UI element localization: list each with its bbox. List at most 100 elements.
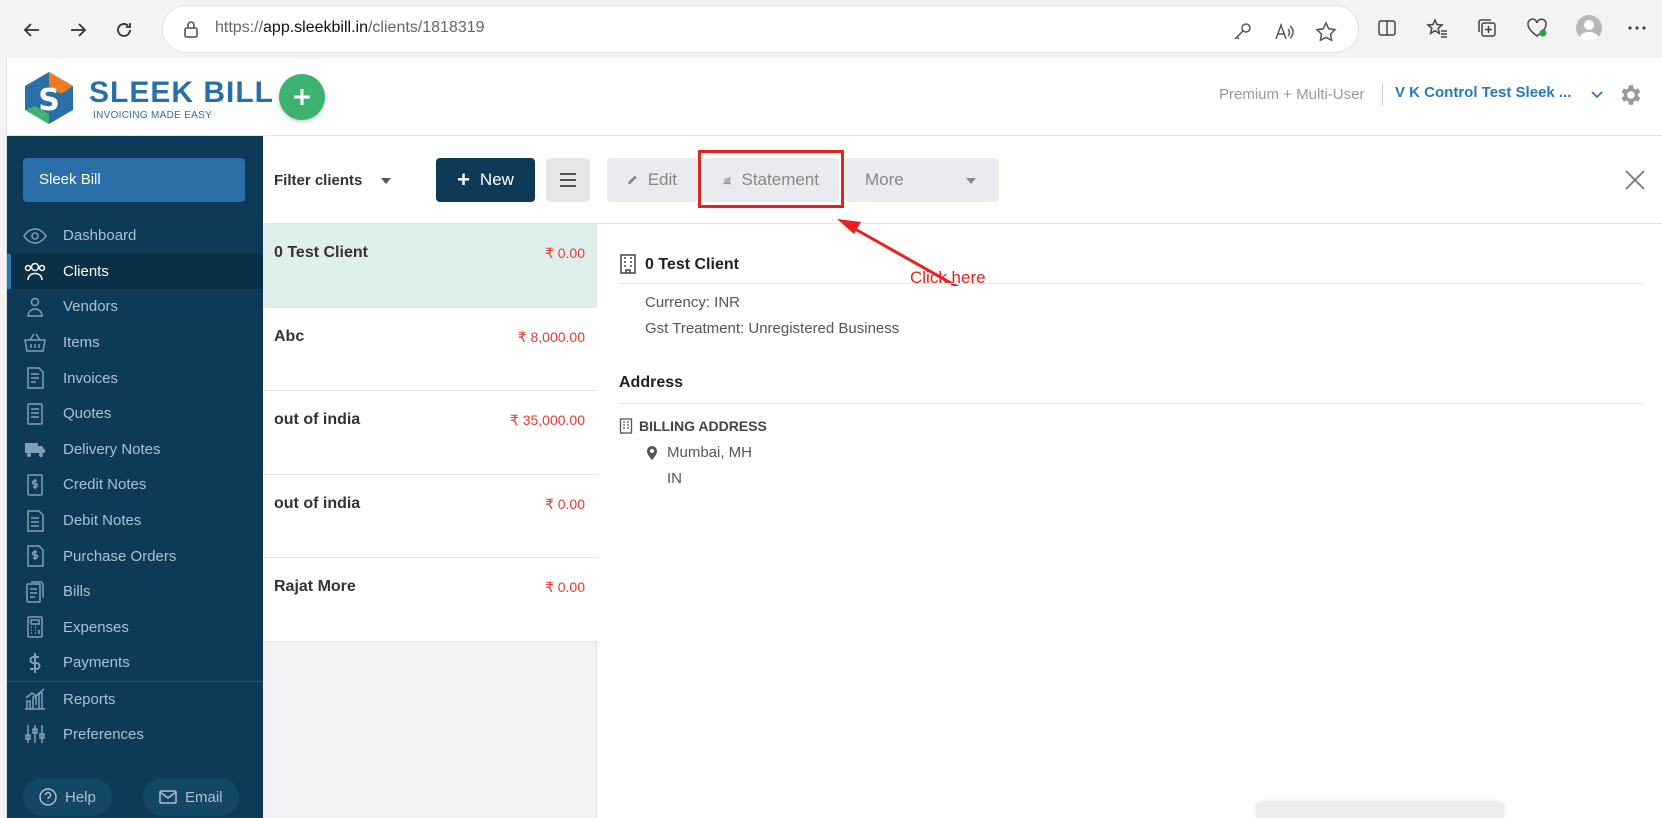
client-name: Abc (274, 327, 305, 345)
client-row[interactable]: out of india ₹ 35,000.00 (263, 391, 597, 475)
eye-icon (23, 228, 47, 244)
client-balance: ₹ 0.00 (544, 495, 585, 512)
sidebar-item-bills[interactable]: Bills (7, 574, 263, 610)
client-row[interactable]: Abc ₹ 8,000.00 (263, 307, 597, 391)
debit-note-icon (27, 509, 44, 532)
sidebar-item-expenses[interactable]: Expenses (7, 610, 263, 646)
client-row[interactable]: Rajat More ₹ 0.00 (263, 558, 597, 642)
back-icon[interactable] (14, 12, 50, 48)
plus-icon (294, 89, 310, 105)
collections-icon[interactable] (1476, 17, 1498, 39)
sidebar-item-clients[interactable]: Clients (7, 253, 263, 290)
bills-icon (26, 580, 44, 603)
sliders-icon (25, 725, 45, 744)
plan-label: Premium + Multi-User (1219, 86, 1365, 103)
chevron-down-icon[interactable] (1590, 88, 1604, 102)
sidebar-item-label: Expenses (63, 618, 129, 636)
chart-icon (25, 688, 45, 710)
truck-icon (25, 443, 45, 458)
sidebar-item-dashboard[interactable]: Dashboard (7, 218, 263, 254)
hamburger-icon (560, 173, 576, 187)
sidebar-item-label: Items (63, 334, 100, 352)
email-button[interactable]: Email (143, 778, 239, 816)
sidebar-item-label: Vendors (63, 298, 119, 316)
forward-icon[interactable] (60, 12, 96, 48)
help-button[interactable]: Help (23, 778, 112, 816)
help-icon (39, 788, 57, 806)
quick-add-button[interactable] (279, 74, 325, 120)
key-icon[interactable] (1231, 21, 1253, 43)
client-balance: ₹ 35,000.00 (509, 412, 585, 428)
client-balance: ₹ 0.00 (544, 245, 585, 261)
sidebar-item-preferences[interactable]: Preferences (7, 716, 263, 752)
floating-widget[interactable] (1256, 802, 1504, 818)
purchase-order-icon (27, 545, 44, 567)
split-screen-icon[interactable] (1376, 17, 1398, 39)
gear-icon[interactable] (1617, 82, 1643, 108)
favorite-star-icon[interactable] (1315, 21, 1337, 43)
company-selector[interactable]: V K Control Test Sleek ... (1395, 84, 1571, 101)
invoice-icon (27, 367, 44, 389)
client-row[interactable]: 0 Test Client ₹ 0.00 (263, 224, 597, 308)
sidebar-item-invoices[interactable]: Invoices (7, 360, 263, 396)
sidebar-item-label: Purchase Orders (63, 547, 177, 565)
sidebar-item-quotes[interactable]: Quotes (7, 396, 263, 432)
more-menu-icon[interactable] (1626, 17, 1648, 39)
sidebar-item-items[interactable]: Items (7, 325, 263, 361)
caret-down-icon[interactable] (379, 174, 393, 188)
client-list-panel: Filter clients + New 0 Test Client ₹ 0.00… (263, 136, 597, 818)
dollar-icon (29, 652, 41, 673)
sleekbill-logo[interactable]: S SLEEK BILL INVOICING MADE EASY (21, 70, 273, 126)
caret-down-icon (966, 178, 976, 184)
sidebar-item-payments[interactable]: Payments (7, 645, 263, 681)
browser-chrome: https://app.sleekbill.in/clients/1818319 (0, 0, 1662, 56)
client-row[interactable]: out of india ₹ 0.00 (263, 474, 597, 558)
refresh-icon[interactable] (106, 12, 142, 48)
read-aloud-icon[interactable] (1273, 21, 1295, 43)
sidebar-item-label: Preferences (63, 725, 144, 743)
quote-icon (27, 403, 43, 425)
sidebar-item-delivery-notes[interactable]: Delivery Notes (7, 432, 263, 468)
client-list-toolbar: Filter clients + New (263, 136, 597, 224)
calculator-icon (27, 616, 43, 639)
filter-clients-dropdown[interactable]: Filter clients (274, 172, 362, 189)
client-list: 0 Test Client ₹ 0.00 Abc ₹ 8,000.00 out … (263, 224, 597, 642)
address-heading: Address (619, 374, 1643, 404)
credit-note-icon (27, 474, 43, 496)
currency-info: Currency: INR (645, 294, 741, 311)
client-name: out of india (274, 494, 361, 512)
sidebar-item-label: Bills (63, 583, 91, 601)
browser-essentials-icon[interactable] (1526, 17, 1548, 39)
sidebar-item-credit-notes[interactable]: Credit Notes (7, 467, 263, 503)
favorites-icon[interactable] (1426, 17, 1448, 39)
address-bar[interactable]: https://app.sleekbill.in/clients/1818319 (163, 6, 1358, 52)
sidebar-item-label: Reports (63, 690, 116, 708)
logo-emblem-icon: S (25, 72, 73, 124)
close-icon[interactable] (1623, 168, 1647, 192)
gst-treatment-info: Gst Treatment: Unregistered Business (645, 320, 900, 337)
sidebar-item-debit-notes[interactable]: Debit Notes (7, 503, 263, 539)
client-balance: ₹ 8,000.00 (517, 328, 585, 345)
sidebar-item-label: Clients (63, 262, 109, 280)
billing-country: IN (667, 470, 682, 487)
lock-icon (184, 21, 198, 38)
profile-avatar[interactable] (1576, 15, 1602, 41)
sidebar-item-vendors[interactable]: Vendors (7, 289, 263, 325)
new-client-button[interactable]: + New (436, 158, 535, 202)
sidebar-item-label: Delivery Notes (63, 440, 161, 458)
building-icon (619, 418, 633, 434)
sidebar-item-reports[interactable]: Reports (7, 680, 263, 717)
list-menu-button[interactable] (546, 158, 590, 202)
edit-button[interactable]: Edit (607, 158, 697, 202)
url-text: https://app.sleekbill.in/clients/1818319 (215, 19, 485, 36)
brand-button[interactable]: Sleek Bill (23, 158, 245, 202)
sidebar-item-purchase-orders[interactable]: Purchase Orders (7, 538, 263, 574)
envelope-icon (159, 790, 177, 804)
sidebar-menu: Dashboard Clients Vendors Items Invoices… (7, 218, 263, 752)
vendor-icon (27, 297, 43, 317)
plus-icon: + (457, 167, 470, 192)
sidebar: Sleek Bill Dashboard Clients Vendors Ite… (7, 136, 263, 818)
sidebar-item-label: Dashboard (63, 227, 137, 245)
billing-address-heading: BILLING ADDRESS (619, 418, 767, 434)
client-name: 0 Test Client (274, 244, 368, 261)
